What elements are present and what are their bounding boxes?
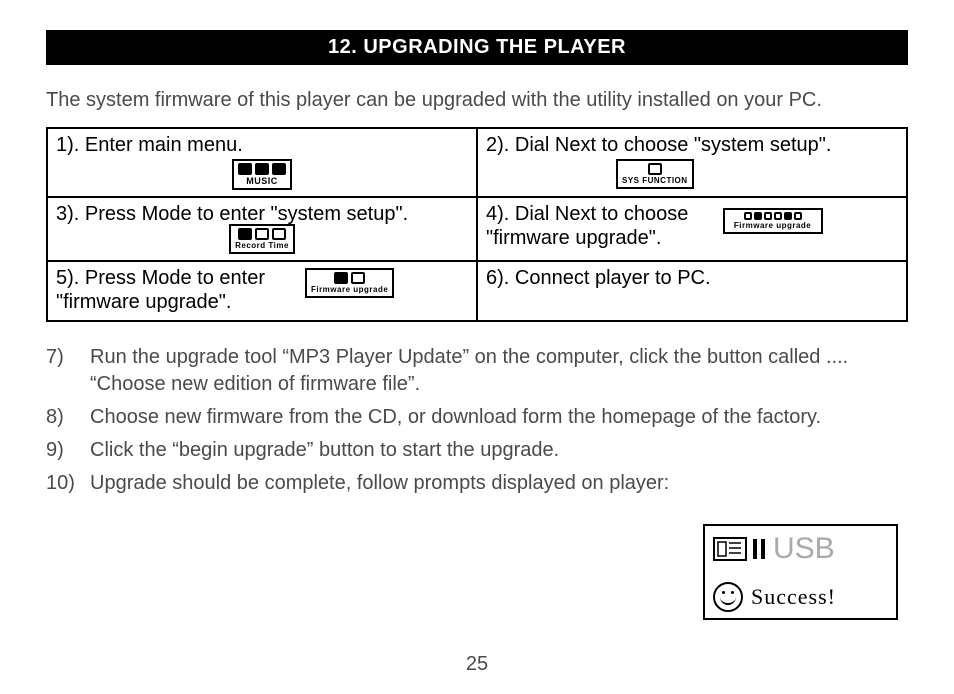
success-display: USB Success! (703, 524, 898, 620)
usb-label: USB (773, 532, 835, 566)
fw-icon (334, 272, 348, 284)
pause-icon (753, 537, 767, 561)
lcd-recordtime: Record Time (229, 224, 295, 254)
item-9-text: Click the “begin upgrade” button to star… (90, 437, 908, 464)
setting-icon (255, 228, 269, 240)
manual-page: 12. UPGRADING THE PLAYER The system firm… (0, 0, 954, 694)
lcd-fw1-label: Firmware upgrade (734, 222, 811, 230)
step-6-text: 6). Connect player to PC. (486, 267, 711, 289)
item-8-text: Choose new firmware from the CD, or down… (90, 404, 908, 431)
item-10-num: 10) (46, 470, 90, 497)
lcd-firmware-upgrade-1: Firmware upgrade (723, 208, 823, 234)
page-number: 25 (0, 653, 954, 676)
music-icon (238, 163, 252, 175)
steps-table: 1). Enter main menu. MUSIC (46, 127, 908, 322)
fw-icon (794, 212, 802, 220)
step-5-text: 5). Press Mode to enter "firmware upgrad… (56, 266, 295, 314)
step-4-text: 4). Dial Next to choose "firmware upgrad… (486, 202, 713, 250)
item-8-num: 8) (46, 404, 90, 431)
setting-icon (238, 228, 252, 240)
item-9-num: 9) (46, 437, 90, 464)
item-7-text: Run the upgrade tool “MP3 Player Update”… (90, 344, 908, 398)
lcd-sysfunction: SYS FUNCTION (616, 159, 694, 189)
success-text: Success! (751, 584, 836, 610)
list-item: 7) Run the upgrade tool “MP3 Player Upda… (46, 344, 908, 398)
step-1-text: 1). Enter main menu. (56, 133, 468, 157)
lcd-music-label: MUSIC (246, 177, 278, 186)
lcd-fw2-label: Firmware upgrade (311, 286, 388, 294)
setting-icon (272, 228, 286, 240)
fw-icon (754, 212, 762, 220)
item-7-num: 7) (46, 344, 90, 398)
fw-icon (774, 212, 782, 220)
fw-icon (351, 272, 365, 284)
step-5-cell: 5). Press Mode to enter "firmware upgrad… (47, 261, 477, 321)
numbered-list: 7) Run the upgrade tool “MP3 Player Upda… (46, 344, 908, 497)
lcd-recordtime-label: Record Time (235, 242, 289, 250)
step-2-cell: 2). Dial Next to choose "system setup". … (477, 128, 907, 197)
list-item: 10) Upgrade should be complete, follow p… (46, 470, 908, 497)
device-icon (713, 537, 747, 561)
smile-icon (713, 582, 743, 612)
tool-icon (648, 163, 662, 175)
lcd-music: MUSIC (232, 159, 292, 190)
lcd-firmware-upgrade-2: Firmware upgrade (305, 268, 394, 298)
fw-icon (744, 212, 752, 220)
fw-icon (764, 212, 772, 220)
lcd-sysfunction-label: SYS FUNCTION (622, 177, 688, 185)
fw-icon (784, 212, 792, 220)
intro-paragraph: The system firmware of this player can b… (46, 87, 908, 113)
step-1-cell: 1). Enter main menu. MUSIC (47, 128, 477, 197)
section-heading: 12. UPGRADING THE PLAYER (46, 30, 908, 65)
step-3-cell: 3). Press Mode to enter "system setup". … (47, 197, 477, 261)
list-item: 8) Choose new firmware from the CD, or d… (46, 404, 908, 431)
step-6-cell: 6). Connect player to PC. (477, 261, 907, 321)
step-2-text: 2). Dial Next to choose "system setup". (486, 133, 898, 157)
item-10-text: Upgrade should be complete, follow promp… (90, 470, 908, 497)
music-icon (255, 163, 269, 175)
list-item: 9) Click the “begin upgrade” button to s… (46, 437, 908, 464)
music-icon (272, 163, 286, 175)
step-4-cell: 4). Dial Next to choose "firmware upgrad… (477, 197, 907, 261)
